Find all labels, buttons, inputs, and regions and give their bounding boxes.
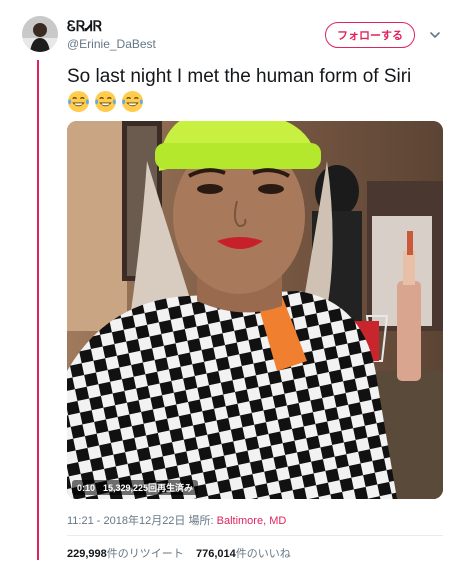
face-with-tears-of-joy-icon: [67, 90, 90, 113]
chevron-down-icon[interactable]: [428, 28, 442, 42]
video-badge: 0:10 15,329,225回再生済み: [72, 480, 199, 495]
author-handle[interactable]: @Erinie_DaBest: [67, 37, 156, 51]
retweet-label[interactable]: 件のリツイート: [107, 548, 184, 560]
tweet-timestamp: 11:21 - 2018年12月22日 場所: Baltimore, MD: [67, 512, 286, 528]
tweet-time[interactable]: 11:21 - 2018年12月22日: [67, 515, 185, 527]
tweet-text: So last night I met the human form of Si…: [67, 66, 412, 87]
face-with-tears-of-joy-icon: [94, 90, 117, 113]
video-frame: [67, 121, 443, 499]
thread-line: [37, 60, 39, 560]
follow-button[interactable]: フォローする: [325, 22, 415, 48]
emoji-row: [67, 90, 144, 114]
author-display-name[interactable]: ᏋᏒᏗᏒ: [67, 18, 102, 35]
retweet-count[interactable]: 229,998: [67, 548, 107, 560]
divider: [67, 535, 443, 536]
tweet-stats: 229,998件のリツイート 776,014件のいいね: [67, 545, 291, 561]
avatar[interactable]: [22, 16, 58, 52]
face-with-tears-of-joy-icon: [121, 90, 144, 113]
video-view-count: 15,329,225回再生済み: [103, 483, 194, 493]
location-link[interactable]: Baltimore, MD: [217, 515, 287, 527]
video-duration: 0:10: [77, 482, 96, 493]
location-label: 場所:: [188, 515, 214, 527]
video-player[interactable]: 0:10 15,329,225回再生済み: [67, 121, 443, 499]
like-count[interactable]: 776,014: [196, 548, 236, 560]
like-label[interactable]: 件のいいね: [236, 548, 291, 560]
